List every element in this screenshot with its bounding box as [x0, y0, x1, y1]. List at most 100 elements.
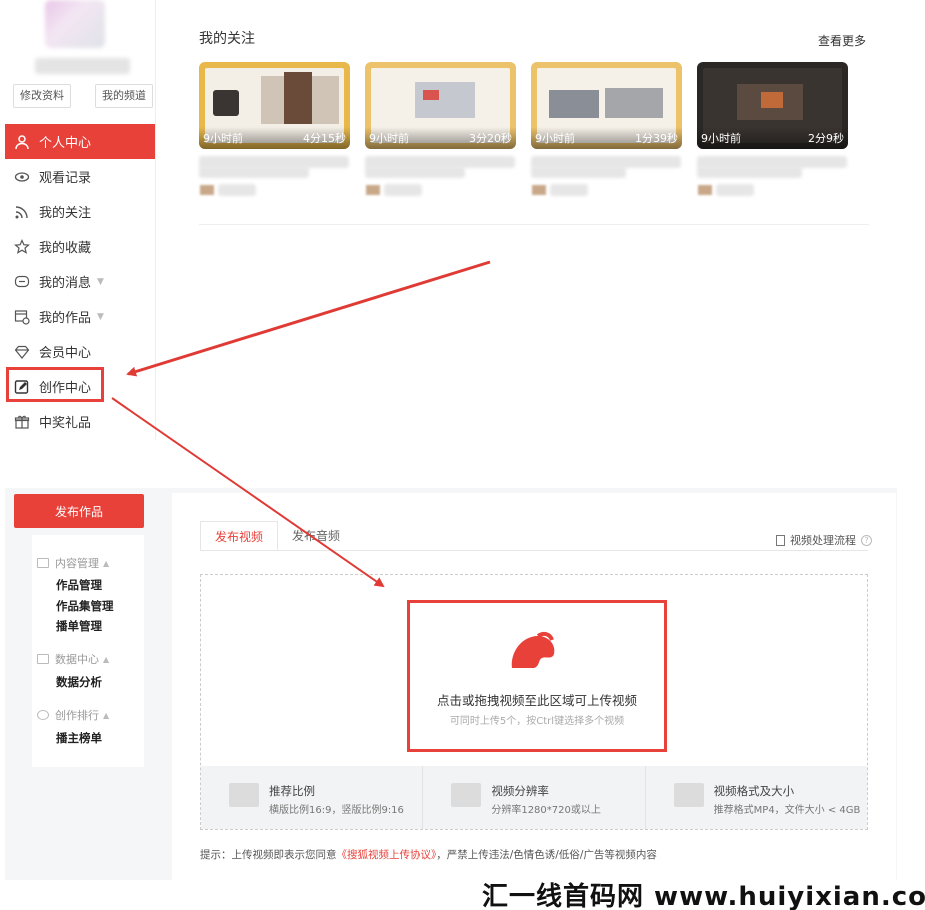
creator-menu: 内容管理 ▲ 作品管理 作品集管理 播单管理 数据中心 ▲ 数据分析 创作排行 … — [32, 535, 144, 767]
video-time-ago: 9小时前 — [535, 132, 575, 145]
tab-publish-video[interactable]: 发布视频 — [200, 521, 279, 551]
file-format-icon — [673, 783, 704, 807]
chevron-up-icon: ▲ — [103, 654, 110, 664]
video-duration: 4分15秒 — [303, 132, 346, 145]
chevron-up-icon: ▲ — [103, 710, 110, 720]
document-icon — [776, 534, 785, 546]
uploader-avatar-blurred — [532, 185, 546, 195]
sidebar-item-label: 会员中心 — [39, 346, 92, 361]
chevron-up-icon: ▲ — [103, 558, 110, 568]
follow-section-title: 我的关注 — [199, 31, 255, 47]
video-time-ago: 9小时前 — [701, 132, 741, 145]
sidebar-item-prizes[interactable]: 中奖礼品 — [5, 404, 155, 439]
sidebar-item-membership[interactable]: 会员中心 — [5, 334, 155, 369]
creator-center-highlight — [6, 367, 104, 402]
sidebar-item-label: 观看记录 — [39, 171, 92, 186]
group-label: 内容管理 — [55, 557, 99, 570]
video-time-ago: 9小时前 — [369, 132, 409, 145]
site-watermark: 汇一线首码网 www.huiyixian.com — [482, 882, 925, 910]
ratio-icon — [229, 783, 259, 807]
tip-suffix: ，严禁上传违法/色情色诱/低俗/广告等视频内容 — [436, 849, 657, 861]
group-label: 数据中心 — [55, 653, 99, 666]
sidebar-item-follow[interactable]: 我的关注 — [5, 194, 155, 229]
username-blurred — [35, 58, 130, 74]
spec-resolution: 视频分辨率 分辨率1280*720或以上 — [423, 766, 646, 829]
uploader-name-blurred — [716, 184, 754, 196]
spec-format-size: 视频格式及大小 推荐格式MP4，文件大小 < 4GB — [646, 766, 867, 829]
video-time-ago: 9小时前 — [203, 132, 243, 145]
spec-desc: 横版比例16:9，竖版比例9:16 — [269, 805, 404, 816]
video-card[interactable]: 9小时前 2分9秒 — [697, 62, 848, 149]
video-specs: 推荐比例 横版比例16:9，竖版比例9:16 视频分辨率 分辨率1280*720… — [201, 766, 867, 829]
video-title-blurred — [697, 166, 802, 178]
sidebar-item-works[interactable]: 我的作品 ▼ — [5, 299, 155, 334]
content-icon — [37, 558, 49, 568]
sidebar-item-history[interactable]: 观看记录 — [5, 159, 155, 194]
upload-hint: 可同时上传5个，按Ctrl键选择多个视频 — [449, 716, 625, 727]
gift-icon — [13, 413, 31, 431]
video-duration: 3分20秒 — [469, 132, 512, 145]
sidebar-item-favorites[interactable]: 我的收藏 — [5, 229, 155, 264]
data-center-group[interactable]: 数据中心 ▲ — [37, 651, 109, 667]
uploader-name-blurred — [218, 184, 256, 196]
upload-agreement-link[interactable]: 《搜狐视频上传协议》 — [337, 849, 437, 861]
video-title-blurred — [199, 166, 309, 178]
publish-work-button[interactable]: 发布作品 — [14, 494, 144, 528]
sidebar-item-messages[interactable]: 我的消息 ▼ — [5, 264, 155, 299]
sidebar-item-label: 我的作品 — [39, 311, 92, 326]
resolution-icon — [451, 783, 482, 807]
avatar[interactable] — [45, 0, 105, 48]
content-management-group[interactable]: 内容管理 ▲ — [37, 555, 109, 571]
uploader-avatar-blurred — [200, 185, 214, 195]
sidebar-item-profile[interactable]: 个人中心 — [5, 124, 155, 159]
menu-item-playlists-manage[interactable]: 播单管理 — [56, 618, 102, 634]
tip-prefix: 提示：上传视频即表示您同意 — [200, 849, 337, 861]
my-channel-button[interactable]: 我的频道 — [95, 84, 153, 108]
publish-tabs: 发布视频 发布音频 — [200, 521, 354, 551]
sidebar-item-label: 中奖礼品 — [39, 416, 92, 431]
sohu-fox-logo-icon[interactable] — [508, 630, 558, 673]
menu-item-creator-ranking[interactable]: 播主榜单 — [56, 730, 102, 746]
upload-instruction: 点击或拖拽视频至此区域可上传视频 — [436, 693, 637, 708]
group-label: 创作排行 — [55, 709, 99, 722]
section-divider — [199, 224, 869, 225]
chevron-down-icon: ▼ — [97, 311, 104, 322]
chevron-down-icon: ▼ — [97, 276, 104, 287]
uploader-name-blurred — [550, 184, 588, 196]
menu-item-data-analysis[interactable]: 数据分析 — [56, 674, 102, 690]
spec-ratio: 推荐比例 横版比例16:9，竖版比例9:16 — [201, 766, 424, 829]
menu-item-collections-manage[interactable]: 作品集管理 — [56, 598, 114, 614]
sidebar-item-label: 个人中心 — [39, 136, 92, 151]
video-duration: 2分9秒 — [808, 132, 844, 145]
sidebar-item-label: 我的消息 — [39, 276, 92, 291]
video-card[interactable]: 9小时前 4分15秒 — [199, 62, 350, 149]
help-icon: ? — [861, 534, 872, 546]
menu-item-works-manage[interactable]: 作品管理 — [56, 577, 102, 593]
arrow-to-creator-center — [126, 260, 491, 377]
uploader-avatar-blurred — [698, 185, 712, 195]
edit-profile-button[interactable]: 修改资料 — [13, 84, 71, 108]
video-duration: 1分39秒 — [635, 132, 678, 145]
video-card[interactable]: 9小时前 3分20秒 — [365, 62, 516, 149]
works-icon — [13, 308, 31, 326]
uploader-name-blurred — [384, 184, 422, 196]
upload-agreement-tip: 提示：上传视频即表示您同意《搜狐视频上传协议》，严禁上传违法/色情色诱/低俗/广… — [200, 847, 657, 862]
sidebar-item-label: 我的关注 — [39, 206, 92, 221]
video-title-blurred — [531, 166, 626, 178]
spec-desc: 推荐格式MP4，文件大小 < 4GB — [713, 805, 861, 816]
tab-publish-audio[interactable]: 发布音频 — [278, 521, 354, 551]
message-icon — [13, 273, 31, 291]
video-title-blurred — [365, 166, 465, 178]
data-icon — [37, 654, 49, 664]
creator-ranking-group[interactable]: 创作排行 ▲ — [37, 707, 109, 723]
user-icon — [13, 133, 31, 151]
profile-buttons: 修改资料 我的频道 — [13, 84, 153, 108]
star-icon — [13, 238, 31, 256]
tabs-underline — [200, 550, 868, 551]
video-card[interactable]: 9小时前 1分39秒 — [531, 62, 682, 149]
spec-title: 视频分辨率 — [491, 784, 549, 798]
video-process-flow-link[interactable]: 视频处理流程 ? — [776, 532, 872, 548]
view-more-link[interactable]: 查看更多 — [818, 32, 866, 49]
diamond-icon — [13, 343, 31, 361]
spec-desc: 分辨率1280*720或以上 — [491, 805, 601, 816]
